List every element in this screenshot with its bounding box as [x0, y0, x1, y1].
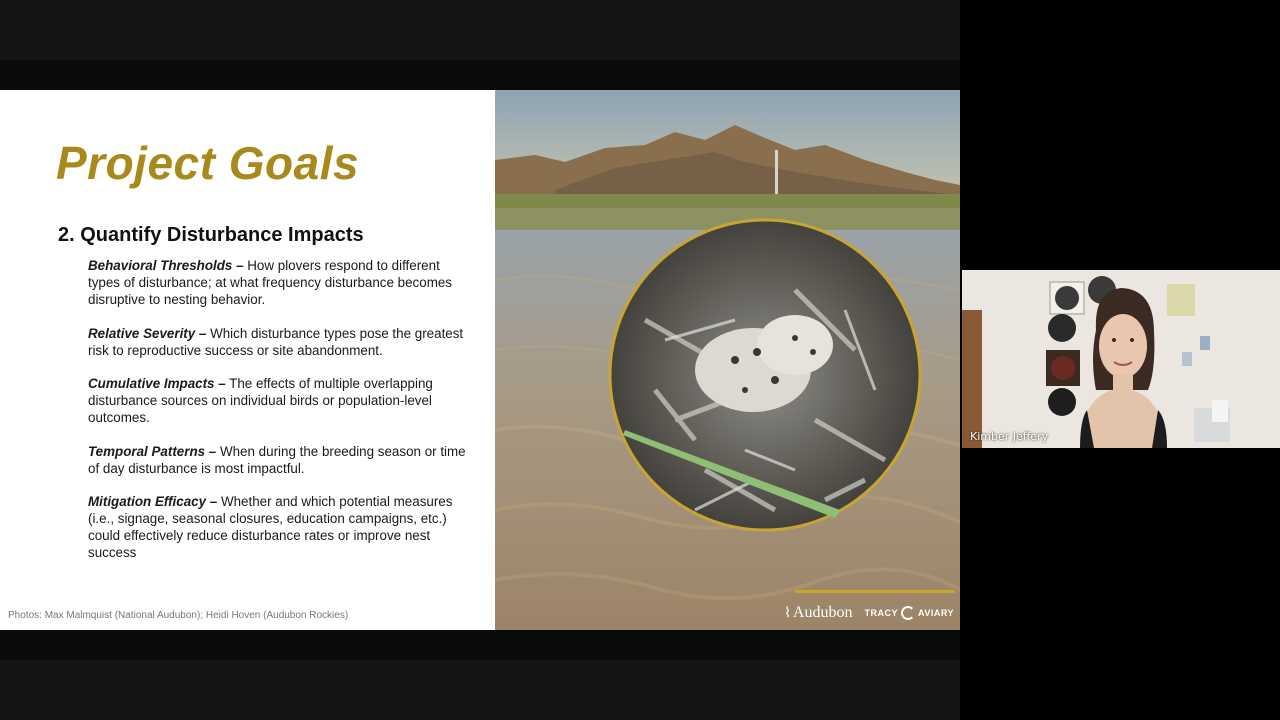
participant-video-tile[interactable]: Kimber Jeffery	[962, 270, 1280, 448]
audubon-bird-icon: ⌇	[784, 605, 791, 621]
goal-term: Behavioral Thresholds –	[88, 258, 244, 273]
landscape-photo-graphic	[495, 90, 960, 630]
goal-item: Temporal Patterns – When during the bree…	[88, 443, 468, 477]
shared-slide: Project Goals 2. Quantify Disturbance Im…	[0, 90, 960, 630]
slide-logos: ⌇ Audubon TRACY AVIARY	[784, 604, 954, 622]
photo-credit: Photos: Max Malmquist (National Audubon)…	[8, 610, 349, 621]
slide-title: Project Goals	[56, 137, 360, 189]
goal-item: Cumulative Impacts – The effects of mult…	[88, 375, 468, 426]
top-letterbox	[0, 0, 960, 60]
tracy-aviary-logo: TRACY AVIARY	[864, 606, 954, 620]
goal-term: Cumulative Impacts –	[88, 376, 226, 391]
landscape-photo: ⌇ Audubon TRACY AVIARY	[495, 90, 960, 630]
tracy-aviary-mark-icon	[900, 606, 915, 620]
tracy-aviary-logo-text-right: AVIARY	[917, 608, 954, 618]
tracy-aviary-logo-text-left: TRACY	[864, 608, 898, 618]
slide-subheading: 2. Quantify Disturbance Impacts	[58, 224, 364, 246]
goal-list: Behavioral Thresholds – How plovers resp…	[88, 257, 468, 578]
goal-term: Temporal Patterns –	[88, 443, 217, 459]
audubon-logo-text: Audubon	[792, 604, 853, 621]
logo-accent-line	[795, 590, 955, 593]
participant-name-label: Kimber Jeffery	[970, 430, 1049, 443]
slide-text-panel: Project Goals 2. Quantify Disturbance Im…	[0, 90, 494, 630]
audubon-logo: ⌇ Audubon	[784, 604, 852, 622]
goal-item: Mitigation Efficacy – Whether and which …	[88, 493, 468, 561]
bottom-letterbox	[0, 660, 960, 720]
participant-video-feed	[962, 270, 1280, 448]
goal-item: Behavioral Thresholds – How plovers resp…	[88, 257, 468, 308]
goal-term: Relative Severity –	[88, 325, 207, 341]
goal-term: Mitigation Efficacy –	[88, 494, 218, 509]
goal-item: Relative Severity – Which disturbance ty…	[88, 325, 468, 359]
